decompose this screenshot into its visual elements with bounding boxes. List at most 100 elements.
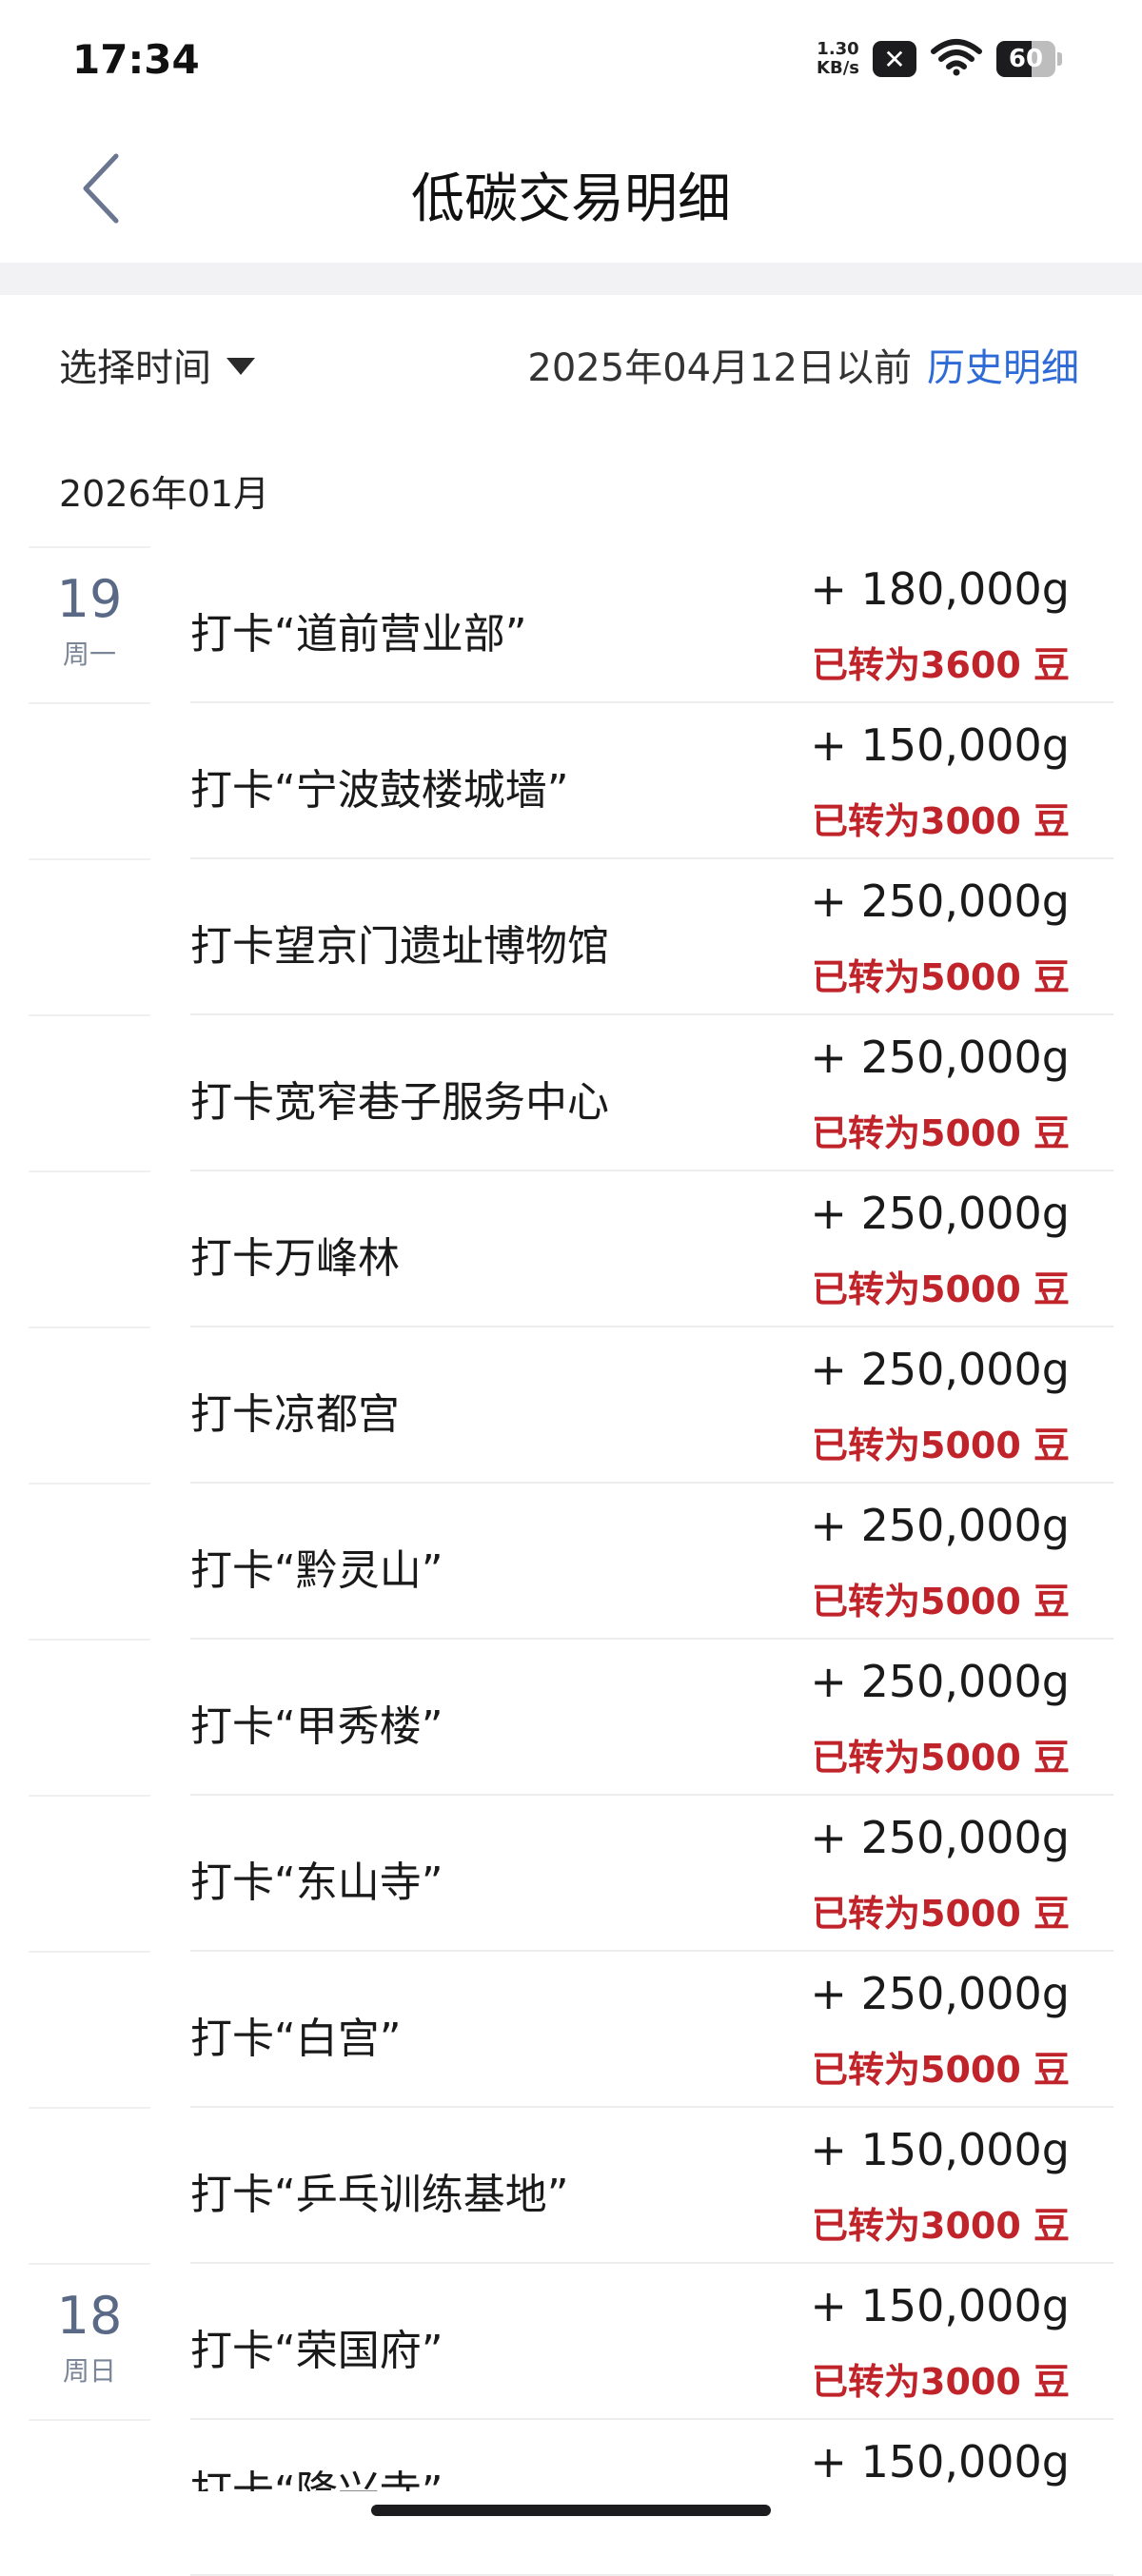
network-speed: 1.30 KB/s (817, 40, 859, 78)
battery-level: 60 (1008, 45, 1044, 73)
app-header: 低碳交易明细 (0, 114, 1142, 263)
transaction-row: 打卡“白宫” + 250,000g 已转为5000 豆 (0, 1951, 1142, 2108)
select-time-label: 选择时间 (59, 346, 211, 390)
date-column (29, 2107, 150, 2264)
transaction-item[interactable]: 打卡“宁波鼓楼城墙” + 150,000g 已转为3000 豆 (190, 702, 1113, 859)
transaction-item[interactable]: 打卡“东山寺” + 250,000g 已转为5000 豆 (190, 1795, 1113, 1952)
network-speed-value: 1.30 (817, 39, 859, 59)
transaction-item[interactable]: 打卡凉都宫 + 250,000g 已转为5000 豆 (190, 1327, 1113, 1484)
month-label: 2026年01月 (59, 473, 270, 515)
network-speed-unit: KB/s (817, 58, 859, 78)
transaction-title: 打卡“乒乓训练基地” (190, 2171, 569, 2219)
date-day: 18 (56, 2286, 123, 2346)
battery-nub (1057, 52, 1062, 66)
date-column (29, 1483, 150, 1640)
x-badge-icon: ✕ (873, 41, 916, 77)
transaction-amount: + 250,000g (810, 1344, 1070, 1395)
transaction-amount: + 250,000g (810, 875, 1070, 927)
transaction-item[interactable]: 打卡“黔灵山” + 250,000g 已转为5000 豆 (190, 1483, 1113, 1640)
date-column (29, 702, 150, 859)
transaction-title: 打卡宽窄巷子服务中心 (190, 1078, 609, 1127)
transaction-title: 打卡“甲秀楼” (190, 1702, 443, 1751)
before-date-text: 2025年04月12日以前 (527, 346, 912, 390)
transaction-item[interactable]: 打卡望京门遗址博物馆 + 250,000g 已转为5000 豆 (190, 858, 1113, 1015)
bottom-mask (0, 2491, 1142, 2541)
transaction-amount: + 250,000g (810, 1500, 1070, 1551)
transaction-amount: + 150,000g (810, 719, 1070, 771)
select-time-dropdown[interactable]: 选择时间 (59, 337, 255, 392)
transaction-row: 打卡宽窄巷子服务中心 + 250,000g 已转为5000 豆 (0, 1014, 1142, 1171)
transaction-title: 打卡凉都宫 (190, 1390, 400, 1439)
date-column (29, 1795, 150, 1952)
filter-row: 选择时间 2025年04月12日以前 历史明细 (0, 295, 1142, 428)
transaction-item[interactable]: 打卡“荣国府” + 150,000g 已转为3000 豆 (190, 2263, 1113, 2420)
transaction-item[interactable]: 打卡“乒乓训练基地” + 150,000g 已转为3000 豆 (190, 2107, 1113, 2264)
page-title: 低碳交易明细 (411, 168, 731, 230)
transaction-amount: + 180,000g (810, 563, 1070, 615)
transaction-title: 打卡“黔灵山” (190, 1546, 443, 1595)
transaction-title: 打卡“宁波鼓楼城墙” (190, 766, 569, 815)
transaction-amount: + 150,000g (810, 2280, 1070, 2331)
battery-icon: 60 (996, 41, 1055, 77)
home-indicator[interactable] (371, 2505, 771, 2516)
transaction-title: 打卡万峰林 (190, 1234, 400, 1283)
transaction-amount: + 150,000g (810, 2436, 1070, 2488)
transaction-row: 打卡“黔灵山” + 250,000g 已转为5000 豆 (0, 1483, 1142, 1640)
transaction-item[interactable]: 打卡万峰林 + 250,000g 已转为5000 豆 (190, 1170, 1113, 1327)
conversion-note: 已转为5000 豆 (812, 1268, 1070, 1310)
transaction-row: 打卡“甲秀楼” + 250,000g 已转为5000 豆 (0, 1639, 1142, 1796)
transaction-amount: + 250,000g (810, 1812, 1070, 1863)
transaction-row: 打卡“东山寺” + 250,000g 已转为5000 豆 (0, 1795, 1142, 1952)
date-weekday: 周一 (62, 639, 116, 670)
transaction-amount: + 250,000g (810, 1188, 1070, 1239)
transaction-item[interactable]: 打卡“白宫” + 250,000g 已转为5000 豆 (190, 1951, 1113, 2108)
history-section: 2025年04月12日以前 历史明细 (527, 337, 1079, 392)
conversion-note: 已转为3000 豆 (812, 2205, 1070, 2247)
conversion-note: 已转为5000 豆 (812, 1425, 1070, 1466)
date-column (29, 1170, 150, 1327)
caret-down-icon (226, 358, 255, 375)
transaction-item[interactable]: 打卡“道前营业部” + 180,000g 已转为3600 豆 (190, 546, 1113, 703)
status-bar: 17:34 1.30 KB/s ✕ 60 (0, 0, 1142, 114)
date-column (29, 1951, 150, 2108)
conversion-note: 已转为3600 豆 (812, 644, 1070, 686)
date-column: 18 周日 (29, 2263, 150, 2420)
status-time: 17:34 (72, 36, 200, 83)
conversion-note: 已转为5000 豆 (812, 1112, 1070, 1154)
transaction-title: 打卡“东山寺” (190, 1858, 443, 1907)
transaction-row: 打卡“乒乓训练基地” + 150,000g 已转为3000 豆 (0, 2107, 1142, 2264)
conversion-note: 已转为5000 豆 (812, 1737, 1070, 1779)
transaction-amount: + 250,000g (810, 1032, 1070, 1083)
wifi-icon (930, 38, 983, 80)
transaction-amount: + 250,000g (810, 1656, 1070, 1707)
header-divider (0, 263, 1142, 295)
date-weekday: 周日 (62, 2355, 116, 2387)
transaction-title: 打卡“白宫” (190, 2015, 402, 2063)
transaction-list: 19 周一 打卡“道前营业部” + 180,000g 已转为3600 豆 打卡“… (0, 546, 1142, 2576)
date-column: 19 周一 (29, 546, 150, 703)
date-column (29, 858, 150, 1015)
transaction-row: 19 周一 打卡“道前营业部” + 180,000g 已转为3600 豆 (0, 546, 1142, 703)
conversion-note: 已转为5000 豆 (812, 1581, 1070, 1622)
history-details-link[interactable]: 历史明细 (927, 337, 1079, 392)
conversion-note: 已转为5000 豆 (812, 956, 1070, 998)
transaction-row: 打卡望京门遗址博物馆 + 250,000g 已转为5000 豆 (0, 858, 1142, 1015)
date-column (29, 1639, 150, 1796)
transaction-item[interactable]: 打卡宽窄巷子服务中心 + 250,000g 已转为5000 豆 (190, 1014, 1113, 1171)
transaction-item[interactable]: 打卡“甲秀楼” + 250,000g 已转为5000 豆 (190, 1639, 1113, 1796)
transaction-title: 打卡“荣国府” (190, 2327, 443, 2375)
conversion-note: 已转为3000 豆 (812, 2361, 1070, 2403)
transaction-amount: + 250,000g (810, 1968, 1070, 2019)
date-day: 19 (56, 569, 123, 629)
transaction-title: 打卡“道前营业部” (190, 610, 527, 659)
status-icons: 1.30 KB/s ✕ 60 (817, 38, 1062, 80)
transaction-row: 打卡万峰林 + 250,000g 已转为5000 豆 (0, 1170, 1142, 1327)
conversion-note: 已转为5000 豆 (812, 2049, 1070, 2091)
transaction-amount: + 150,000g (810, 2124, 1070, 2175)
transaction-title: 打卡望京门遗址博物馆 (190, 922, 609, 971)
conversion-note: 已转为3000 豆 (812, 800, 1070, 842)
conversion-note: 已转为5000 豆 (812, 1893, 1070, 1935)
date-column (29, 1327, 150, 1484)
transaction-row: 打卡凉都宫 + 250,000g 已转为5000 豆 (0, 1327, 1142, 1484)
transaction-row: 打卡“宁波鼓楼城墙” + 150,000g 已转为3000 豆 (0, 702, 1142, 859)
